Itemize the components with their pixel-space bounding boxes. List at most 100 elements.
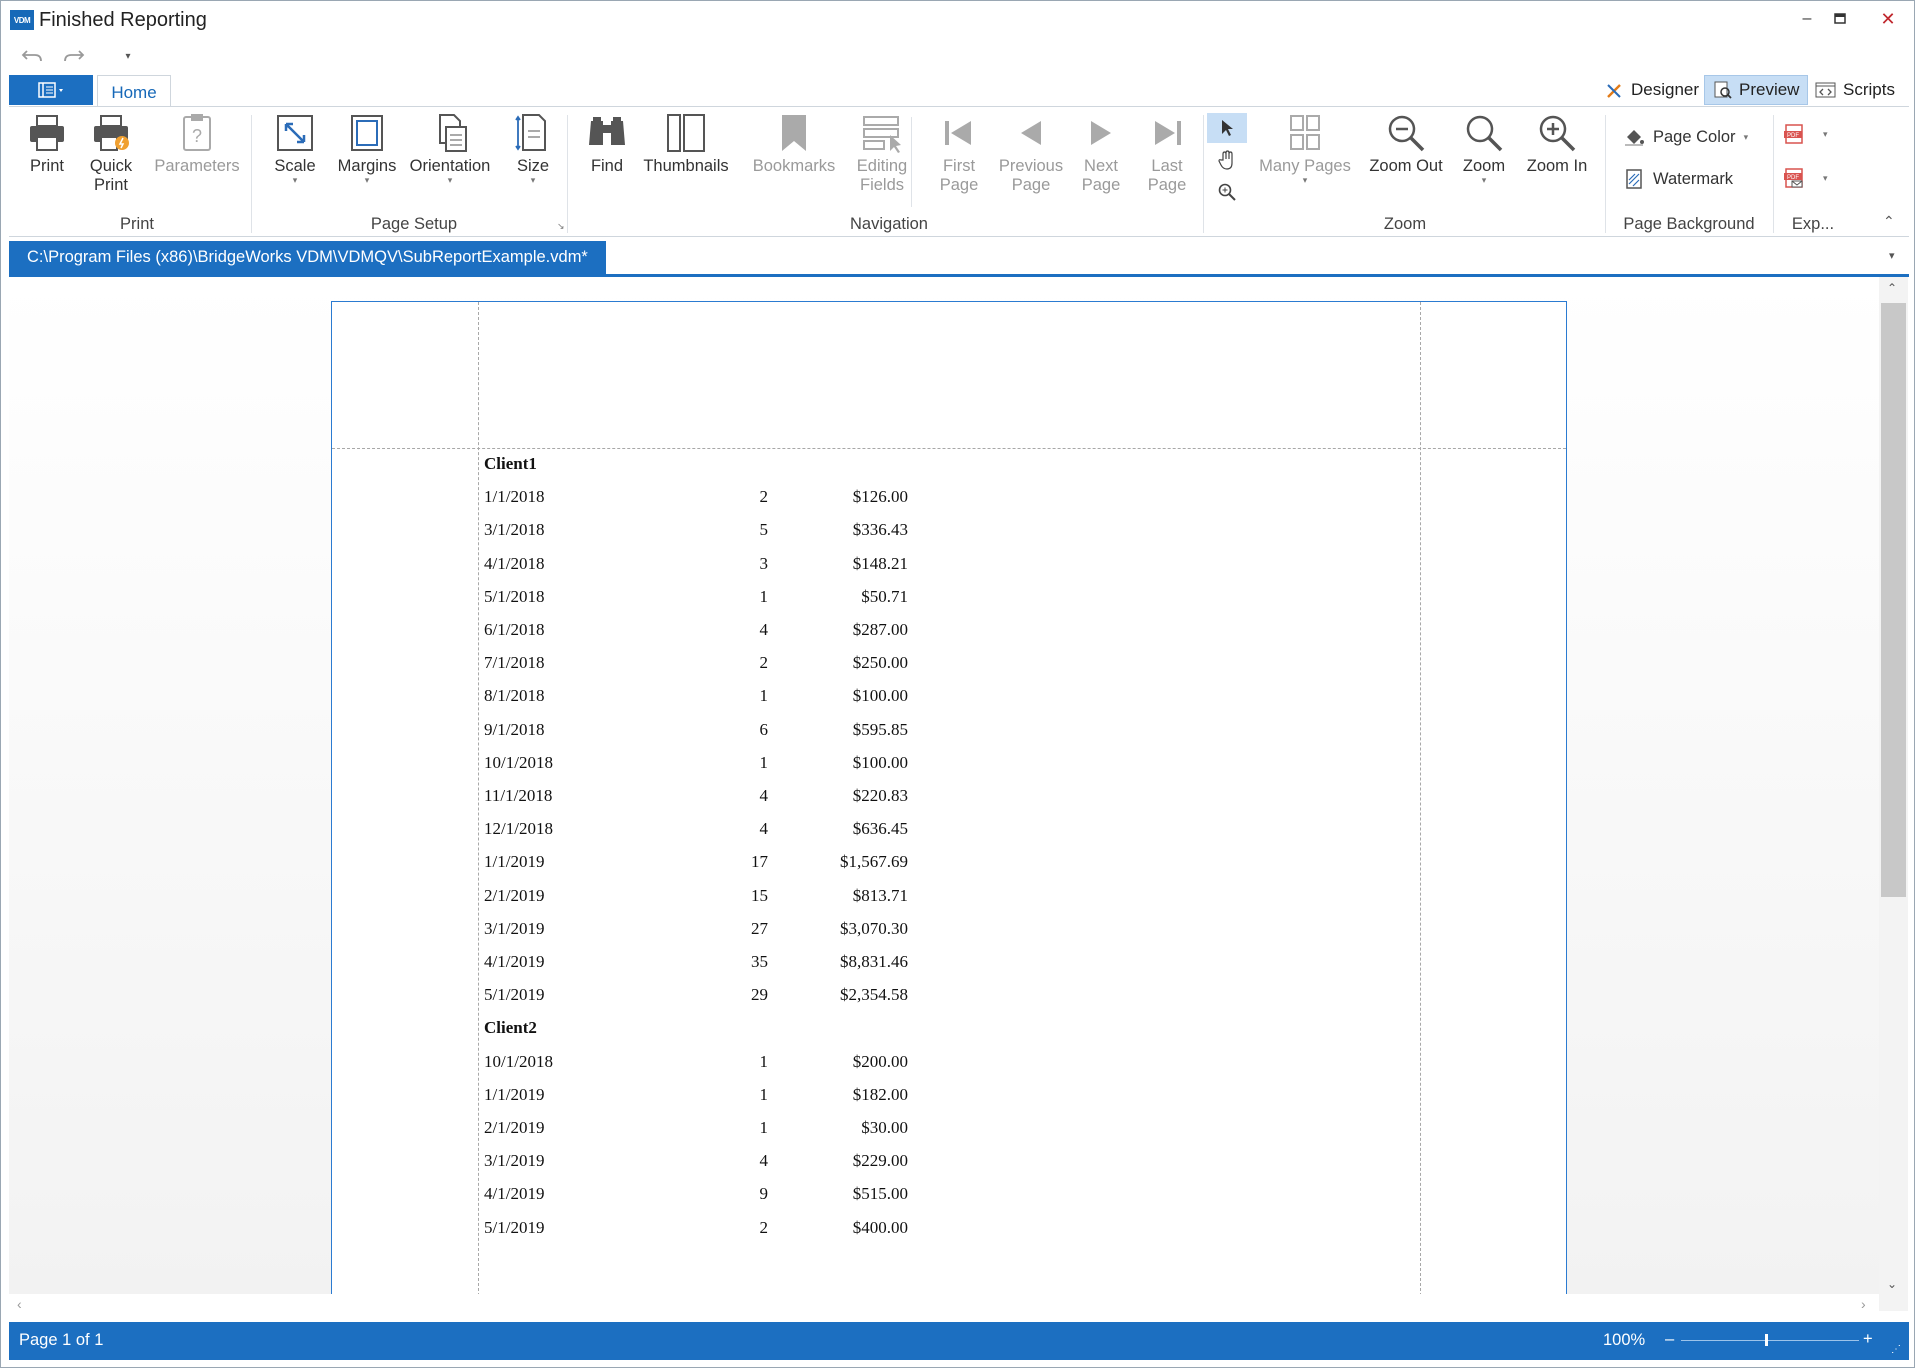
previous-page-button[interactable]: Previous Page — [991, 113, 1071, 195]
count-cell: 17 — [751, 852, 768, 872]
amount-cell: $3,070.30 — [840, 918, 908, 938]
many-pages-button[interactable]: Many Pages ▾ — [1253, 113, 1357, 185]
last-page-label-2: Page — [1147, 176, 1187, 194]
size-button[interactable]: Size ▾ — [503, 113, 563, 185]
scroll-right-icon[interactable]: › — [1861, 1296, 1866, 1312]
export-pdf-button[interactable]: PDF ▾ — [1783, 123, 1828, 145]
zoom-in-button[interactable]: Zoom In — [1517, 113, 1597, 176]
hand-tool-button[interactable] — [1207, 145, 1247, 175]
application-menu-icon — [38, 82, 63, 98]
size-icon — [515, 114, 546, 151]
report-row: 2/1/2019 15 $813.71 — [480, 886, 940, 910]
binoculars-icon — [589, 117, 625, 145]
orientation-button[interactable]: Orientation ▾ — [407, 113, 493, 185]
file-menu-button[interactable] — [9, 75, 93, 105]
zoom-plus-button[interactable]: + — [1863, 1330, 1873, 1349]
zoom-out-button[interactable]: Zoom Out — [1361, 113, 1451, 176]
qat-customize-button[interactable]: ▾ — [111, 39, 145, 73]
report-row: 5/1/2019 2 $400.00 — [480, 1218, 940, 1242]
left-margin-guide — [478, 302, 479, 1311]
amount-cell: $400.00 — [852, 1217, 908, 1237]
zoom-slider-track[interactable] — [1681, 1340, 1859, 1341]
many-pages-label: Many Pages — [1259, 157, 1351, 175]
date-cell: 6/1/2018 — [484, 620, 545, 639]
zoom-level: 100% — [1603, 1331, 1646, 1349]
scroll-up-icon[interactable]: ⌃ — [1887, 281, 1897, 295]
zoom-tool-button[interactable] — [1207, 177, 1247, 207]
last-page-button[interactable]: Last Page — [1137, 113, 1197, 195]
group-separator — [1605, 115, 1606, 233]
amount-cell: $636.45 — [852, 819, 908, 839]
zoom-button[interactable]: Zoom ▾ — [1455, 113, 1513, 185]
send-pdf-icon: PDF — [1784, 168, 1803, 188]
editing-fields-button[interactable]: Editing Fields — [843, 113, 921, 195]
tab-list-dropdown-icon[interactable]: ▾ — [1889, 249, 1895, 262]
undo-button[interactable] — [15, 39, 49, 73]
count-cell: 4 — [759, 1151, 769, 1171]
scroll-down-icon[interactable]: ⌄ — [1887, 1277, 1897, 1291]
vertical-scrollbar[interactable]: ⌃ ⌄ — [1879, 277, 1908, 1311]
bookmarks-button[interactable]: Bookmarks — [749, 113, 839, 176]
tab-home[interactable]: Home — [97, 75, 171, 109]
bookmark-icon — [782, 115, 806, 151]
last-page-icon — [1155, 121, 1181, 145]
quick-print-button[interactable]: Quick Print — [79, 113, 143, 195]
send-pdf-button[interactable]: PDF ▾ — [1783, 167, 1828, 189]
watermark-label: Watermark — [1653, 169, 1734, 188]
print-button[interactable]: Print — [17, 113, 77, 176]
scroll-left-icon[interactable]: ‹ — [17, 1296, 22, 1312]
report-body: Client1 1/1/2018 2 $126.00 3/1/2018 5 $336.43 4… — [480, 450, 1280, 1310]
preview-mode-button[interactable]: Preview — [1704, 75, 1809, 105]
watermark-button[interactable]: Watermark — [1623, 169, 1733, 189]
group-separator — [1773, 115, 1774, 233]
quick-print-label-1: Quick — [89, 157, 133, 175]
group-label-print: Print — [120, 215, 154, 233]
scale-button[interactable]: Scale ▾ — [265, 113, 325, 185]
svg-text:PDF: PDF — [1787, 133, 1799, 139]
status-bar: Page 1 of 1 100% – + ⋰ — [9, 1322, 1909, 1360]
date-cell: 5/1/2019 — [484, 985, 545, 1005]
horizontal-scrollbar[interactable]: ‹ › — [9, 1294, 1879, 1318]
find-label: Find — [590, 157, 624, 175]
amount-cell: $8,831.46 — [840, 952, 908, 971]
designer-mode-button[interactable]: Designer — [1597, 75, 1707, 105]
maximize-button[interactable] — [1819, 3, 1861, 35]
collapse-ribbon-icon[interactable]: ⌃ — [1883, 213, 1895, 230]
find-button[interactable]: Find — [577, 113, 637, 176]
count-cell: 2 — [759, 487, 769, 507]
next-page-button[interactable]: Next Page — [1071, 113, 1131, 195]
resize-grip-icon[interactable]: ⋰ — [1891, 1344, 1901, 1355]
margins-label: Margins — [337, 157, 397, 175]
amount-cell: $126.00 — [852, 487, 908, 507]
scripts-mode-button[interactable]: Scripts — [1807, 75, 1903, 105]
report-row: 4/1/2018 3 $148.21 — [480, 554, 940, 578]
report-row: 10/1/2018 1 $200.00 — [480, 1052, 940, 1076]
scale-label: Scale — [274, 157, 316, 175]
count-cell: 29 — [751, 985, 768, 1005]
parameters-button[interactable]: ? Parameters — [154, 113, 240, 176]
quick-print-icon — [94, 115, 129, 151]
pointer-tool-button[interactable] — [1207, 113, 1247, 143]
date-cell: 4/1/2019 — [484, 952, 545, 971]
page-setup-launcher-icon[interactable]: ↘ — [557, 221, 565, 232]
many-pages-dropdown-icon: ▾ — [1302, 175, 1308, 185]
redo-button[interactable] — [57, 39, 91, 73]
close-button[interactable]: ✕ — [1867, 3, 1909, 35]
report-row: 8/1/2018 1 $100.00 — [480, 686, 940, 710]
orientation-label: Orientation — [409, 157, 491, 175]
margins-button[interactable]: Margins ▾ — [329, 113, 405, 185]
page-color-button[interactable]: Page Color ▾ — [1623, 127, 1748, 147]
document-tab[interactable]: C:\Program Files (x86)\BridgeWorks VDM\V… — [9, 241, 606, 274]
print-label: Print — [30, 157, 64, 175]
zoom-minus-button[interactable]: – — [1665, 1330, 1674, 1349]
vertical-scroll-thumb[interactable] — [1881, 303, 1906, 897]
count-cell: 1 — [759, 686, 769, 706]
zoom-slider-thumb[interactable] — [1765, 1334, 1768, 1346]
count-cell: 15 — [751, 885, 768, 905]
thumbnails-label: Thumbnails — [643, 157, 729, 175]
first-page-button[interactable]: First Page — [929, 113, 989, 195]
thumbnails-button[interactable]: Thumbnails — [641, 113, 731, 176]
size-label: Size — [516, 157, 550, 175]
date-cell: 4/1/2018 — [484, 553, 545, 573]
count-cell: 5 — [759, 520, 769, 540]
